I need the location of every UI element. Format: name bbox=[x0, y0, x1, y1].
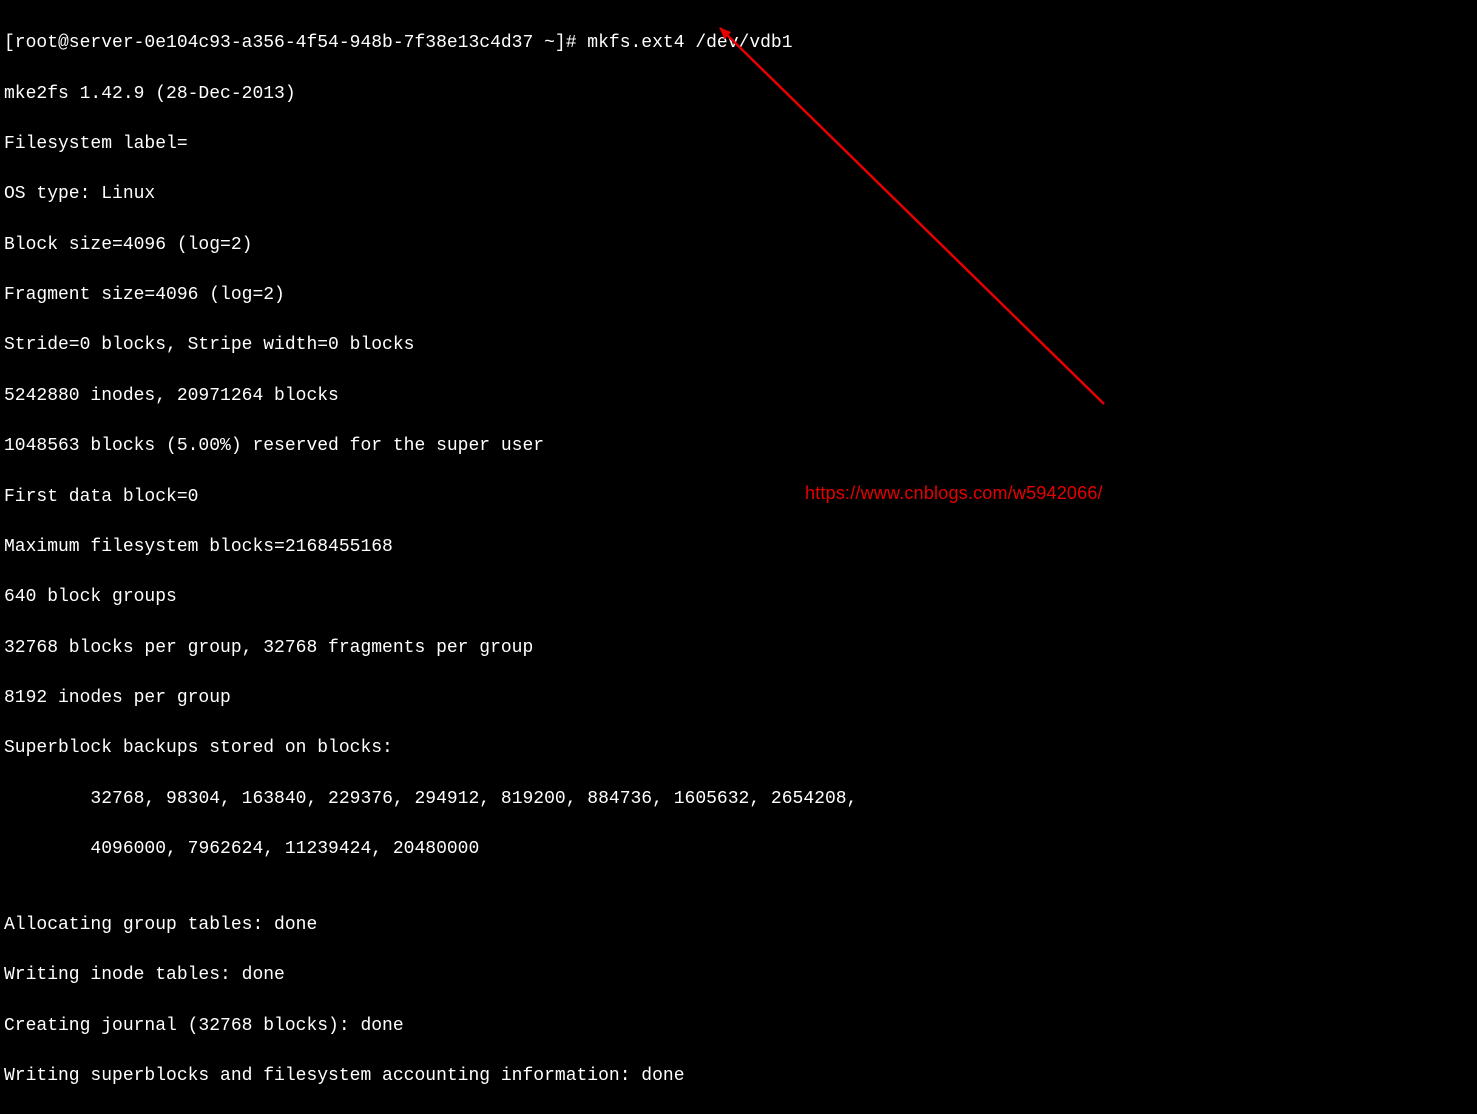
output-line: Maximum filesystem blocks=2168455168 bbox=[4, 535, 1473, 560]
shell-prompt: [root@server-0e104c93-a356-4f54-948b-7f3… bbox=[4, 33, 587, 53]
output-line: 32768, 98304, 163840, 229376, 294912, 81… bbox=[4, 787, 1473, 812]
output-line: Fragment size=4096 (log=2) bbox=[4, 283, 1473, 308]
output-line: Filesystem label= bbox=[4, 132, 1473, 157]
shell-command: mkfs.ext4 /dev/vdb1 bbox=[587, 33, 792, 53]
output-line: 8192 inodes per group bbox=[4, 686, 1473, 711]
output-line: Stride=0 blocks, Stripe width=0 blocks bbox=[4, 333, 1473, 358]
output-line: Writing superblocks and filesystem accou… bbox=[4, 1064, 1473, 1089]
prompt-line[interactable]: [root@server-0e104c93-a356-4f54-948b-7f3… bbox=[4, 31, 1473, 56]
output-line: 32768 blocks per group, 32768 fragments … bbox=[4, 636, 1473, 661]
output-line: 5242880 inodes, 20971264 blocks bbox=[4, 384, 1473, 409]
output-line: Superblock backups stored on blocks: bbox=[4, 736, 1473, 761]
output-line: Creating journal (32768 blocks): done bbox=[4, 1014, 1473, 1039]
terminal-output: [root@server-0e104c93-a356-4f54-948b-7f3… bbox=[4, 6, 1473, 1114]
output-line: OS type: Linux bbox=[4, 182, 1473, 207]
output-line: First data block=0 bbox=[4, 485, 1473, 510]
output-line: Block size=4096 (log=2) bbox=[4, 233, 1473, 258]
output-line: 640 block groups bbox=[4, 585, 1473, 610]
output-line: 4096000, 7962624, 11239424, 20480000 bbox=[4, 837, 1473, 862]
output-line: mke2fs 1.42.9 (28-Dec-2013) bbox=[4, 82, 1473, 107]
output-line: 1048563 blocks (5.00%) reserved for the … bbox=[4, 434, 1473, 459]
watermark-link: https://www.cnblogs.com/w5942066/ bbox=[805, 481, 1103, 506]
output-line: Allocating group tables: done bbox=[4, 913, 1473, 938]
output-line: Writing inode tables: done bbox=[4, 963, 1473, 988]
